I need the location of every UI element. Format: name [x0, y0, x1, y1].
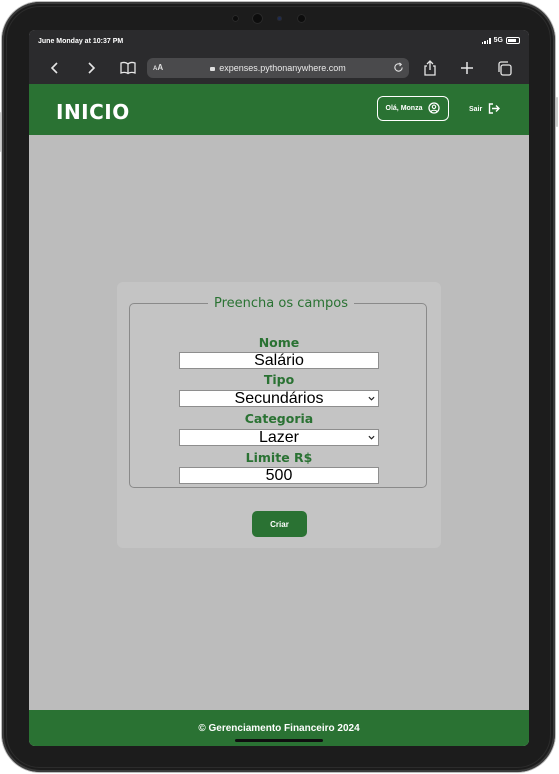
- footer: © Gerenciamento Financeiro 2024: [29, 710, 529, 746]
- battery-icon: [506, 37, 520, 44]
- app-header: INICIO Olá, Monza Sair: [29, 84, 529, 135]
- chevron-down-icon: [368, 396, 375, 401]
- camera-bar: [230, 11, 330, 25]
- sensor-dot: [297, 14, 306, 23]
- status-indicators: 5G: [481, 37, 520, 44]
- field-label-tipo: Tipo: [263, 372, 295, 387]
- volume-button: [0, 112, 1, 152]
- field-label-nome: Nome: [258, 335, 300, 350]
- user-circle-icon: [428, 101, 441, 116]
- page-title[interactable]: INICIO: [56, 100, 130, 124]
- logout-icon: [488, 103, 501, 116]
- bookmarks-icon[interactable]: [118, 58, 138, 78]
- power-button: [556, 97, 558, 127]
- tipo-select[interactable]: Secundários: [179, 390, 379, 407]
- limite-input[interactable]: 500: [179, 467, 379, 484]
- field-label-categoria: Categoria: [244, 411, 314, 426]
- reload-icon[interactable]: [391, 60, 405, 74]
- signal-icon: [481, 37, 491, 44]
- categoria-select-value: Lazer: [258, 429, 300, 446]
- status-bar: June Monday at 10:37 PM 5G: [29, 30, 529, 52]
- chevron-down-icon: [368, 435, 375, 440]
- home-indicator: [235, 739, 323, 742]
- nome-input[interactable]: Salário: [179, 352, 379, 369]
- share-icon[interactable]: [420, 58, 440, 78]
- lock-icon: [210, 67, 216, 71]
- form-card: Preencha os campos Nome Salário Tipo Sec…: [117, 282, 441, 548]
- new-tab-icon[interactable]: [457, 58, 477, 78]
- network-label: 5G: [493, 37, 503, 44]
- camera-lens: [252, 13, 263, 24]
- greeting-label: Olá, Monza: [385, 105, 423, 112]
- create-button[interactable]: Criar: [252, 511, 307, 537]
- logout-button[interactable]: Sair: [469, 103, 501, 116]
- address-bar[interactable]: AA expenses.pythonanywhere.com: [147, 58, 409, 78]
- form-legend: Preencha os campos: [214, 296, 349, 311]
- footer-text: © Gerenciamento Financeiro 2024: [198, 723, 360, 734]
- screen: June Monday at 10:37 PM 5G AA expenses.p…: [29, 30, 529, 746]
- field-label-limite: Limite R$: [245, 450, 313, 465]
- tabs-overview-icon[interactable]: [494, 58, 514, 78]
- back-icon[interactable]: [45, 58, 65, 78]
- url-display: expenses.pythonanywhere.com: [147, 63, 409, 73]
- status-time: June Monday at 10:37 PM: [38, 38, 124, 45]
- tipo-select-value: Secundários: [234, 390, 324, 407]
- categoria-select[interactable]: Lazer: [179, 429, 379, 446]
- sensor-dot: [277, 16, 282, 21]
- forward-icon[interactable]: [81, 58, 101, 78]
- user-greeting-button[interactable]: Olá, Monza: [377, 96, 449, 121]
- sensor-dot: [232, 15, 239, 22]
- browser-toolbar: AA expenses.pythonanywhere.com: [29, 52, 529, 84]
- form-fieldset: Preencha os campos Nome Salário Tipo Sec…: [129, 296, 427, 488]
- tablet-frame: June Monday at 10:37 PM 5G AA expenses.p…: [0, 2, 558, 772]
- url-text: expenses.pythonanywhere.com: [219, 63, 346, 73]
- logout-label: Sair: [469, 106, 483, 113]
